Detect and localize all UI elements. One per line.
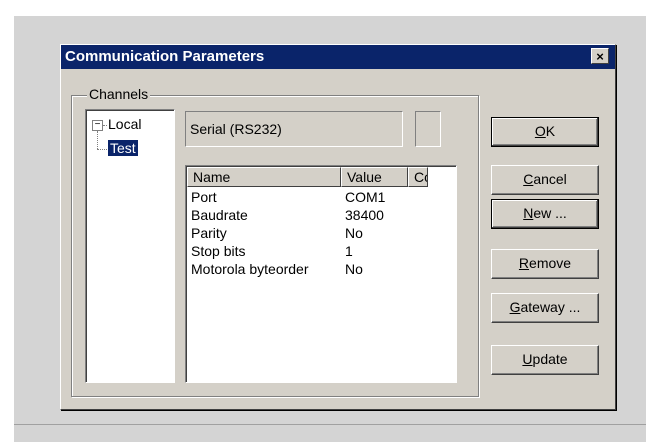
close-button[interactable]: × (591, 48, 609, 64)
column-header-name[interactable]: Name (187, 167, 341, 187)
channels-group-label: Channels (87, 86, 151, 102)
gateway-mnemonic: G (509, 299, 521, 315)
param-value[interactable]: COM1 (345, 189, 385, 205)
ok-label: K (545, 123, 556, 139)
tree-connector (97, 149, 107, 151)
cancel-label: ancel (533, 171, 567, 187)
update-label: pdate (532, 351, 568, 367)
ok-mnemonic: O (534, 123, 546, 139)
cancel-button[interactable]: Cancel (491, 165, 599, 195)
parameters-table[interactable]: Name Value Co Port COM1 Baudrate 38400 P… (185, 165, 457, 383)
tree-item-local[interactable]: Local (108, 116, 141, 132)
status-box (415, 111, 441, 147)
gateway-label: ateway ... (520, 299, 581, 315)
protocol-field: Serial (RS232) (185, 111, 403, 147)
remove-label: emove (529, 255, 572, 271)
tree-item-test[interactable]: Test (108, 140, 138, 156)
param-name: Stop bits (191, 243, 246, 259)
update-mnemonic: U (522, 351, 533, 367)
channels-tree[interactable]: − Local Test (85, 109, 175, 383)
param-value[interactable]: No (345, 225, 363, 241)
param-name: Motorola byteorder (191, 261, 309, 277)
tree-connector (97, 131, 99, 149)
frame-divider (14, 424, 646, 425)
new-label: ew ... (533, 205, 567, 221)
new-mnemonic: N (523, 205, 534, 221)
dialog-title: Communication Parameters (65, 48, 265, 65)
column-header-value[interactable]: Value (341, 167, 408, 187)
param-name: Port (191, 189, 217, 205)
new-button[interactable]: New ... (491, 199, 599, 229)
collapse-icon[interactable]: − (92, 120, 103, 131)
update-button[interactable]: Update (491, 345, 599, 375)
cancel-mnemonic: C (523, 171, 534, 187)
remove-mnemonic: R (518, 255, 530, 271)
param-value[interactable]: 38400 (345, 207, 384, 223)
close-icon: × (596, 49, 604, 64)
tree-connector (103, 125, 107, 127)
param-value[interactable]: No (345, 261, 363, 277)
param-name: Parity (191, 225, 227, 241)
communication-parameters-dialog: Communication Parameters × Channels − Lo… (60, 44, 616, 410)
table-header: Name Value Co (187, 167, 456, 187)
gateway-button[interactable]: Gateway ... (491, 293, 599, 323)
remove-button[interactable]: Remove (491, 249, 599, 279)
protocol-label: Serial (RS232) (190, 121, 282, 137)
param-name: Baudrate (191, 207, 248, 223)
column-header-comment[interactable]: Co (408, 167, 428, 187)
param-value[interactable]: 1 (345, 243, 353, 259)
title-bar: Communication Parameters × (61, 45, 615, 69)
ok-button[interactable]: OK (491, 117, 599, 147)
